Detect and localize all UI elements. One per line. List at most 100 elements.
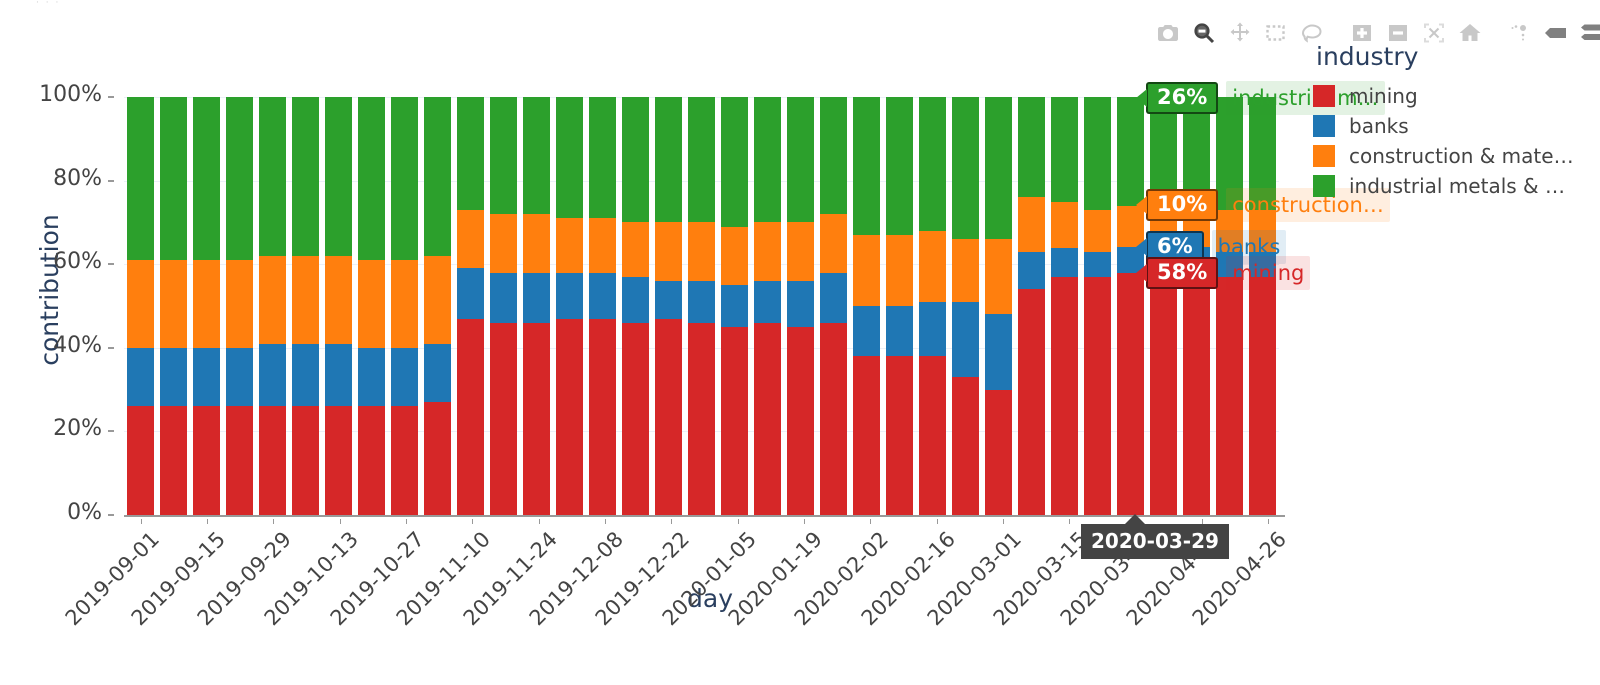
bar-slot[interactable]: [520, 97, 553, 515]
bar-segment[interactable]: [984, 239, 1013, 315]
table-row[interactable]: [423, 97, 452, 515]
table-row[interactable]: [258, 97, 287, 515]
bar-segment[interactable]: [1215, 276, 1244, 515]
bar-segment[interactable]: [951, 301, 980, 378]
bar-segment[interactable]: [588, 318, 617, 515]
table-row[interactable]: [1083, 97, 1112, 515]
legend-items[interactable]: mining banks construction & mate… industria…: [1313, 81, 1593, 201]
bar-slot[interactable]: [619, 97, 652, 515]
bar-segment[interactable]: [555, 218, 584, 273]
bar-segment[interactable]: [555, 272, 584, 319]
legend-item-banks[interactable]: banks: [1313, 111, 1593, 141]
bar-segment[interactable]: [654, 97, 683, 223]
table-row[interactable]: [1050, 97, 1079, 515]
bar-segment[interactable]: [555, 318, 584, 515]
bar-slot[interactable]: [883, 97, 916, 515]
bar-segment[interactable]: [687, 280, 716, 323]
bar-segment[interactable]: [291, 406, 320, 515]
bar-segment[interactable]: [456, 268, 485, 319]
bar-slot[interactable]: [124, 97, 157, 515]
bar-segment[interactable]: [819, 322, 848, 515]
bar-segment[interactable]: [159, 260, 188, 348]
bar-segment[interactable]: [390, 97, 419, 261]
table-row[interactable]: [819, 97, 848, 515]
bar-segment[interactable]: [951, 239, 980, 302]
table-row[interactable]: [852, 97, 881, 515]
bar-segment[interactable]: [258, 97, 287, 256]
bar-segment[interactable]: [126, 406, 155, 515]
bar-segment[interactable]: [819, 214, 848, 273]
table-row[interactable]: [654, 97, 683, 515]
bar-segment[interactable]: [621, 222, 650, 277]
table-row[interactable]: [786, 97, 815, 515]
bar-segment[interactable]: [423, 343, 452, 403]
bar-slot[interactable]: [355, 97, 388, 515]
legend-item-industrial[interactable]: industrial metals & …: [1313, 171, 1593, 201]
bar-segment[interactable]: [687, 222, 716, 281]
table-row[interactable]: [192, 97, 221, 515]
table-row[interactable]: [1116, 97, 1145, 515]
bar-segment[interactable]: [852, 97, 881, 235]
bar-segment[interactable]: [159, 97, 188, 261]
bar-segment[interactable]: [159, 406, 188, 515]
table-row[interactable]: [357, 97, 386, 515]
bar-segment[interactable]: [786, 222, 815, 281]
bar-segment[interactable]: [192, 406, 221, 515]
bar-segment[interactable]: [456, 209, 485, 269]
table-row[interactable]: [291, 97, 320, 515]
bar-segment[interactable]: [489, 272, 518, 323]
bar-slot[interactable]: [982, 97, 1015, 515]
bar-segment[interactable]: [192, 347, 221, 407]
bar-segment[interactable]: [786, 326, 815, 515]
bar-slot[interactable]: [784, 97, 817, 515]
bar-segment[interactable]: [522, 214, 551, 273]
bar-slot[interactable]: [817, 97, 850, 515]
legend-item-construction[interactable]: construction & mate…: [1313, 141, 1593, 171]
bar-segment[interactable]: [1050, 247, 1079, 277]
table-row[interactable]: [159, 97, 188, 515]
bar-segment[interactable]: [753, 97, 782, 223]
bar-slot[interactable]: [388, 97, 421, 515]
bar-slot[interactable]: [1081, 97, 1114, 515]
bar-segment[interactable]: [1050, 97, 1079, 202]
bar-segment[interactable]: [1116, 97, 1145, 206]
bar-segment[interactable]: [885, 356, 914, 515]
bar-segment[interactable]: [225, 97, 254, 261]
bar-segment[interactable]: [819, 97, 848, 215]
bar-segment[interactable]: [1116, 272, 1145, 515]
bar-segment[interactable]: [489, 322, 518, 515]
bar-segment[interactable]: [291, 343, 320, 407]
table-row[interactable]: [885, 97, 914, 515]
bar-segment[interactable]: [1083, 276, 1112, 515]
bar-slot[interactable]: [421, 97, 454, 515]
bar-slot[interactable]: [1114, 97, 1147, 515]
table-row[interactable]: [1149, 97, 1178, 515]
bar-segment[interactable]: [621, 276, 650, 323]
bar-segment[interactable]: [1050, 276, 1079, 515]
bar-segment[interactable]: [324, 406, 353, 515]
table-row[interactable]: [126, 97, 155, 515]
table-row[interactable]: [555, 97, 584, 515]
bar-segment[interactable]: [522, 322, 551, 515]
bar-segment[interactable]: [918, 301, 947, 357]
bar-segment[interactable]: [126, 347, 155, 407]
bar-segment[interactable]: [852, 234, 881, 307]
bar-segment[interactable]: [918, 230, 947, 302]
bar-slot[interactable]: [1213, 97, 1246, 515]
bar-segment[interactable]: [126, 97, 155, 261]
bar-slot[interactable]: [916, 97, 949, 515]
legend-item-mining[interactable]: mining: [1313, 81, 1593, 111]
table-row[interactable]: [489, 97, 518, 515]
bar-segment[interactable]: [357, 260, 386, 348]
bar-segment[interactable]: [588, 97, 617, 219]
bar-segment[interactable]: [1083, 97, 1112, 210]
bar-slot[interactable]: [652, 97, 685, 515]
bar-segment[interactable]: [324, 97, 353, 256]
bar-segment[interactable]: [885, 234, 914, 307]
bar-segment[interactable]: [1017, 289, 1046, 515]
table-row[interactable]: [918, 97, 947, 515]
bar-segment[interactable]: [720, 97, 749, 227]
box-select-icon[interactable]: [1258, 18, 1294, 48]
bar-segment[interactable]: [621, 97, 650, 223]
bar-slot[interactable]: [454, 97, 487, 515]
